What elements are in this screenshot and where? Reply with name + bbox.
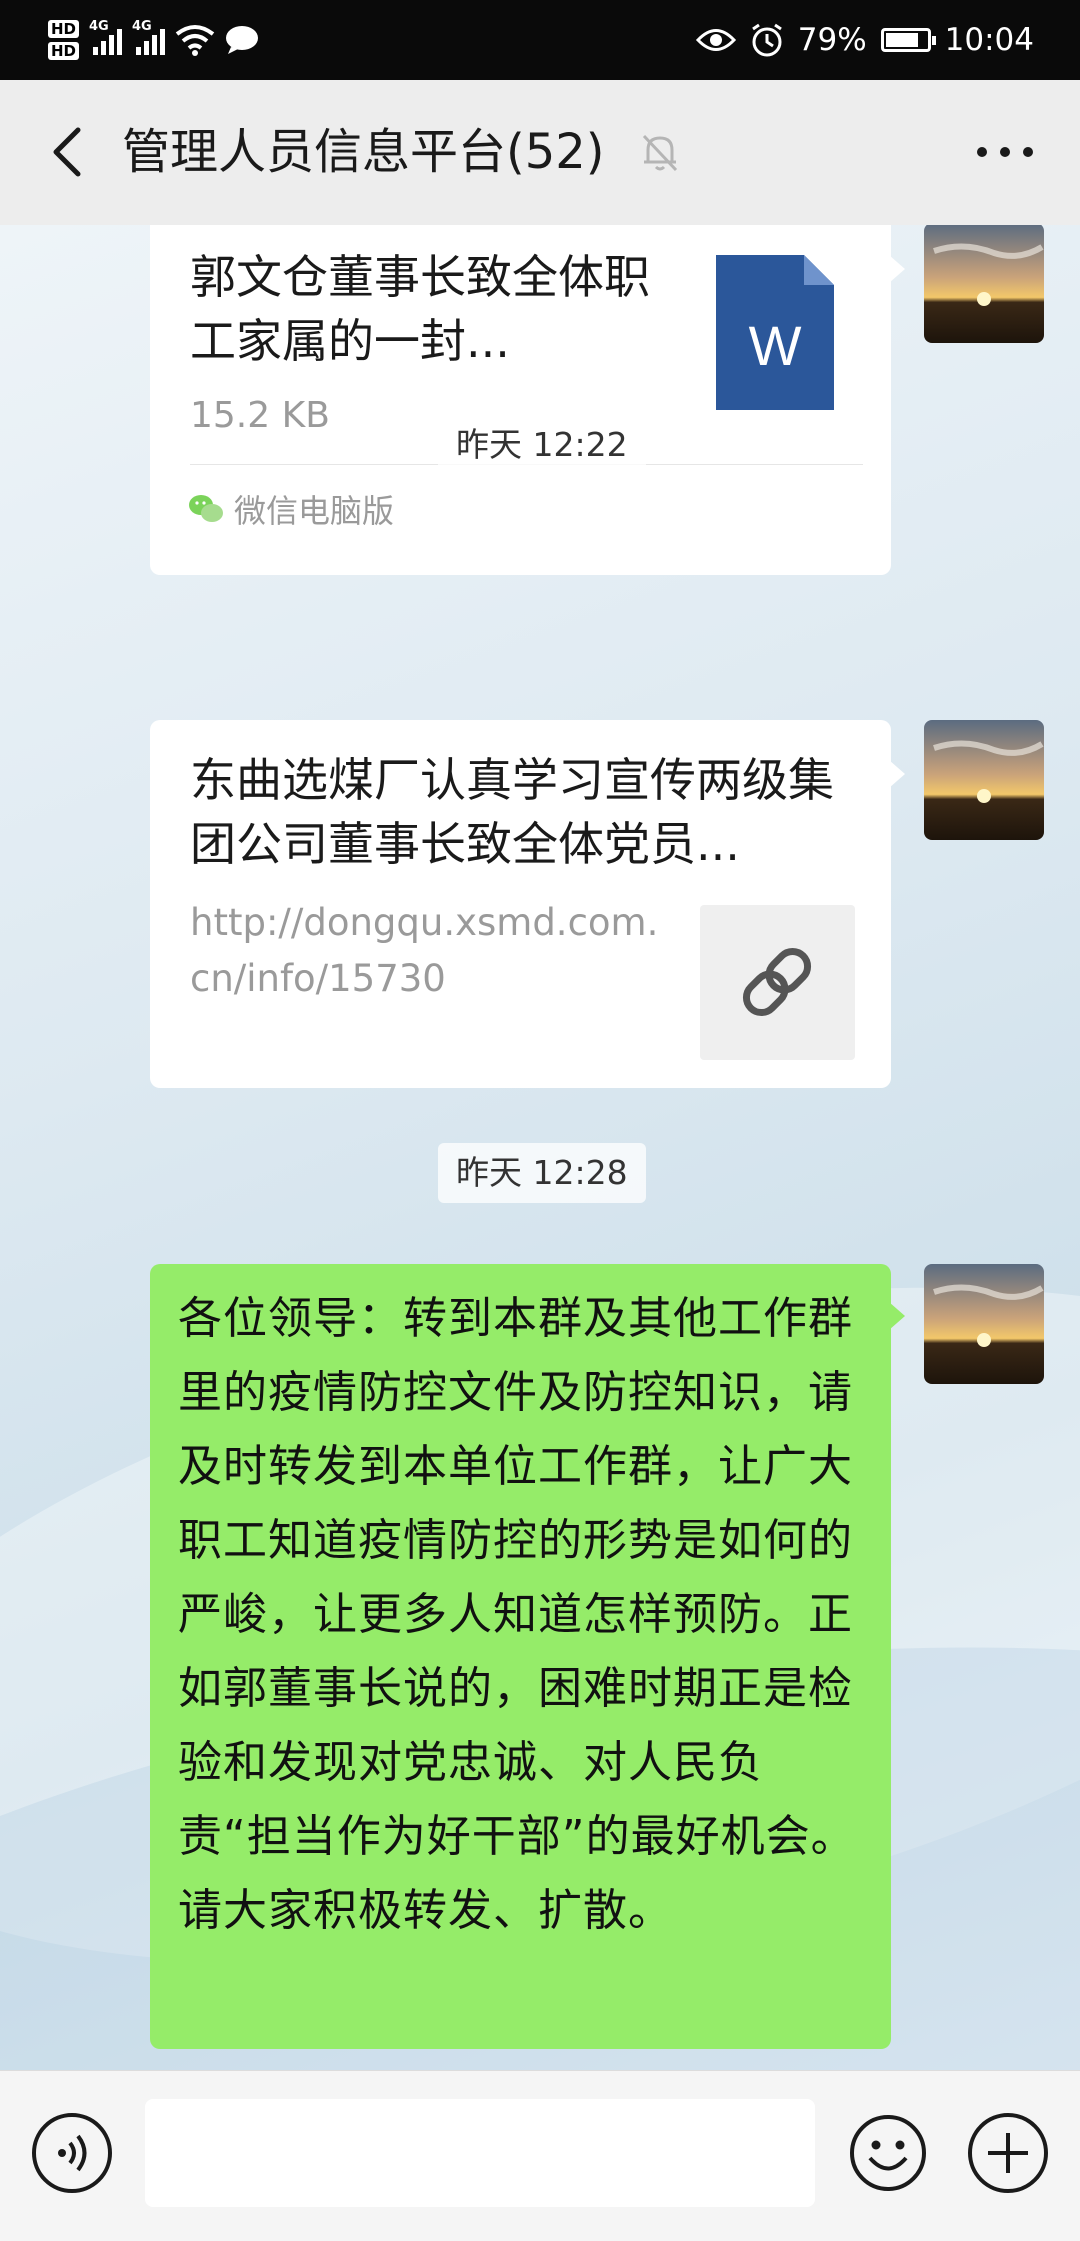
- wifi-icon: [175, 25, 215, 56]
- sunset-avatar-image: [924, 720, 1044, 840]
- avatar[interactable]: [924, 720, 1044, 840]
- status-right: 79% 10:04: [695, 0, 1034, 80]
- message-icon: [226, 26, 259, 54]
- message-text: 各位领导：转到本群及其他工作群里的疫情防控文件及防控知识，请及时转发到本单位工作…: [178, 1293, 856, 1936]
- text-message-bubble[interactable]: 各位领导：转到本群及其他工作群里的疫情防控文件及防控知识，请及时转发到本单位工作…: [150, 1264, 905, 2049]
- status-left: HD HD 4G 4G: [48, 10, 259, 70]
- source-label: 微信电脑版: [234, 492, 395, 530]
- chat-header: 管理人员信息平台(52): [0, 80, 1080, 225]
- link-url: http://dongqu.xsmd.com.cn/info/15730: [190, 901, 659, 1000]
- link-thumbnail: [700, 905, 855, 1060]
- eye-icon: [695, 29, 736, 51]
- battery-icon: [880, 28, 936, 52]
- bubble-tail: [889, 760, 905, 788]
- source-row: 微信电脑版: [188, 486, 394, 532]
- file-message-card[interactable]: 郭文仓董事长致全体职工家属的一封... 15.2 KB W 微信电脑版: [150, 225, 905, 575]
- bell-off-icon: [642, 134, 678, 172]
- emoji-icon[interactable]: [848, 2113, 928, 2193]
- file-size: 15.2 KB: [190, 395, 330, 436]
- bubble-tail: [889, 255, 905, 283]
- word-letter: W: [749, 314, 802, 377]
- voice-icon[interactable]: [32, 2113, 112, 2193]
- more-dots-icon[interactable]: [970, 122, 1040, 182]
- timestamp: 昨天 12:22: [438, 415, 646, 475]
- message-input[interactable]: [145, 2099, 815, 2207]
- wechat-icon: [189, 495, 223, 522]
- sunset-avatar-image: [924, 1264, 1044, 1384]
- input-bar: [0, 2070, 1080, 2241]
- avatar[interactable]: [924, 225, 1044, 343]
- network-type-2: 4G: [132, 19, 152, 34]
- network-type-1: 4G: [89, 19, 109, 34]
- clock: 10:04: [944, 22, 1034, 58]
- link-title: 东曲选煤厂认真学习宣传两级集团公司董事长致全体党员...: [190, 753, 834, 871]
- plus-icon[interactable]: [968, 2113, 1048, 2193]
- sunset-avatar-image: [924, 225, 1044, 343]
- hd-badge-2: HD: [48, 42, 80, 60]
- signal-icon-2: 4G: [132, 19, 166, 55]
- battery-fill: [885, 33, 918, 47]
- link-icon: [742, 947, 812, 1017]
- timestamp: 昨天 12:28: [438, 1143, 646, 1203]
- chevron-left-icon[interactable]: [40, 122, 100, 182]
- chat-area[interactable]: 郭文仓董事长致全体职工家属的一封... 15.2 KB W 微信电脑版 昨天 1…: [0, 225, 1080, 2070]
- alarm-icon: [751, 23, 782, 57]
- link-message-card[interactable]: 东曲选煤厂认真学习宣传两级集团公司董事长致全体党员... http://dong…: [150, 720, 905, 1088]
- signal-icon: 4G: [89, 19, 123, 55]
- bubble-tail: [889, 1302, 905, 1330]
- avatar[interactable]: [924, 1264, 1044, 1384]
- chat-title: 管理人员信息平台(52): [122, 124, 605, 180]
- hd-badge-1: HD: [48, 20, 80, 38]
- status-bar: HD HD 4G 4G 79% 10:04: [0, 0, 1080, 80]
- file-title: 郭文仓董事长致全体职工家属的一封...: [190, 250, 650, 368]
- battery-percent: 79%: [797, 22, 867, 58]
- word-document-icon: W: [716, 255, 834, 410]
